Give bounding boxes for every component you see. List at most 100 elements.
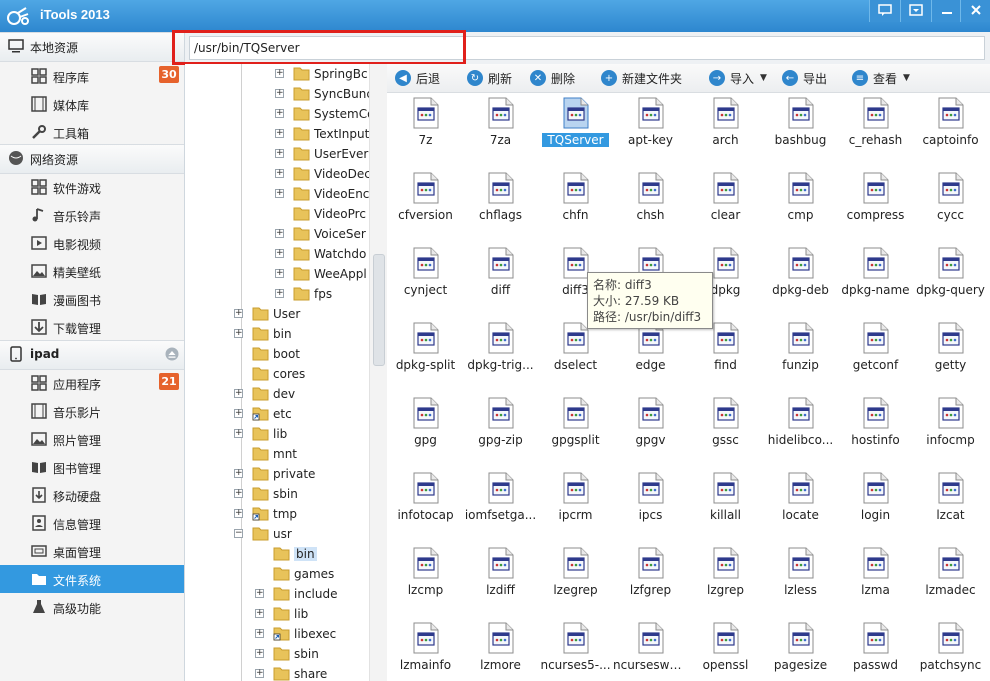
file-item[interactable]: gpg-zip (463, 393, 538, 463)
file-item[interactable]: hidelibco... (763, 393, 838, 463)
tree-item[interactable]: games (185, 564, 385, 584)
sidebar-item-comics-books[interactable]: 漫画图书 (0, 285, 184, 313)
sidebar-item-info-manager[interactable]: 信息管理 (0, 509, 184, 537)
export-button[interactable]: ← 导出 (782, 69, 827, 87)
sidebar-item-software-games[interactable]: 软件游戏 (0, 173, 184, 201)
tree-item[interactable]: + bin (185, 324, 385, 344)
sidebar-item-download-manager[interactable]: 下载管理 (0, 313, 184, 341)
tree-item[interactable]: mnt (185, 444, 385, 464)
back-button[interactable]: ◀ 后退 (395, 69, 440, 87)
sidebar-item-advanced-features[interactable]: 高级功能 (0, 593, 184, 621)
file-item[interactable]: gpgv (613, 393, 688, 463)
expand-icon[interactable]: + (234, 409, 243, 418)
sidebar-item-file-system[interactable]: 文件系统 (0, 565, 184, 593)
file-item[interactable]: 7za (463, 93, 538, 163)
file-item[interactable]: compress (838, 168, 913, 238)
sidebar-item-wallpapers[interactable]: 精美壁纸 (0, 257, 184, 285)
file-item[interactable]: getty (913, 318, 988, 388)
file-item[interactable]: infotocap (388, 468, 463, 538)
expand-icon[interactable]: + (275, 269, 284, 278)
tree-item[interactable]: bin (185, 544, 385, 564)
file-item[interactable]: chsh (613, 168, 688, 238)
sidebar-item-app-library[interactable]: 程序库 30 (0, 62, 184, 90)
file-item[interactable]: gpg (388, 393, 463, 463)
close-button[interactable] (960, 0, 990, 22)
refresh-button[interactable]: ↻ 刷新 (467, 69, 512, 87)
file-item[interactable]: lzegrep (538, 543, 613, 613)
folder-tree[interactable]: + SpringBc + SyncBunc + SystemCo + TextInput + Us… (185, 64, 385, 681)
expand-icon[interactable]: + (275, 129, 284, 138)
expand-icon[interactable]: + (234, 469, 243, 478)
tree-item[interactable]: + etc (185, 404, 385, 424)
expand-icon[interactable]: + (275, 89, 284, 98)
new-folder-button[interactable]: + 新建文件夹 (601, 69, 682, 87)
file-item[interactable]: gssc (688, 393, 763, 463)
tree-scrollbar-thumb[interactable] (373, 254, 385, 366)
file-item[interactable]: ipcrm (538, 468, 613, 538)
sidebar-item-toolbox[interactable]: 工具箱 (0, 118, 184, 146)
tree-item[interactable]: + SyncBunc (185, 84, 385, 104)
file-item[interactable]: ncursesw5... (613, 618, 688, 681)
expand-icon[interactable]: + (255, 589, 264, 598)
file-item[interactable]: chfn (538, 168, 613, 238)
file-item[interactable]: lzcmp (388, 543, 463, 613)
file-item[interactable]: ncurses5-... (538, 618, 613, 681)
collapse-icon[interactable]: − (234, 529, 243, 538)
tree-item[interactable]: + libexec (185, 624, 385, 644)
file-item[interactable]: openssl (688, 618, 763, 681)
expand-icon[interactable]: + (275, 189, 284, 198)
file-item[interactable]: lzless (763, 543, 838, 613)
file-item[interactable]: lzgrep (688, 543, 763, 613)
expand-icon[interactable]: + (255, 629, 264, 638)
file-item[interactable]: cycc (913, 168, 988, 238)
section-device-ipad[interactable]: ipad (0, 340, 184, 370)
file-item[interactable]: TQServer (538, 93, 613, 163)
expand-icon[interactable]: + (275, 229, 284, 238)
section-network-resources[interactable]: 网络资源 (0, 144, 184, 174)
file-item[interactable]: clear (688, 168, 763, 238)
expand-icon[interactable]: + (234, 389, 243, 398)
expand-icon[interactable]: + (275, 249, 284, 258)
file-item[interactable]: c_rehash (838, 93, 913, 163)
sidebar-item-mobile-disk[interactable]: 移动硬盘 (0, 481, 184, 509)
file-item[interactable]: cfversion (388, 168, 463, 238)
tree-item[interactable]: + SystemCo (185, 104, 385, 124)
file-item[interactable]: captoinfo (913, 93, 988, 163)
tree-item[interactable]: + SpringBc (185, 64, 385, 84)
expand-icon[interactable]: + (255, 609, 264, 618)
menu-button[interactable] (900, 0, 931, 22)
eject-icon[interactable] (165, 347, 179, 364)
file-item[interactable]: bashbug (763, 93, 838, 163)
file-item[interactable]: hostinfo (838, 393, 913, 463)
file-item[interactable]: getconf (838, 318, 913, 388)
tree-item[interactable]: + VideoDec (185, 164, 385, 184)
tree-item[interactable]: + VoiceSer (185, 224, 385, 244)
file-item[interactable]: lzfgrep (613, 543, 688, 613)
tree-item[interactable]: + fps (185, 284, 385, 304)
tree-item[interactable]: + VideoEnc (185, 184, 385, 204)
expand-icon[interactable]: + (275, 169, 284, 178)
minimize-button[interactable] (931, 0, 962, 22)
tree-item[interactable]: + Watchdo (185, 244, 385, 264)
file-item[interactable]: chflags (463, 168, 538, 238)
sidebar-item-movies-videos[interactable]: 电影视频 (0, 229, 184, 257)
sidebar-item-desktop-manager[interactable]: 桌面管理 (0, 537, 184, 565)
file-item[interactable]: pagesize (763, 618, 838, 681)
file-item[interactable]: ipcs (613, 468, 688, 538)
expand-icon[interactable]: + (255, 669, 264, 678)
tree-item[interactable]: + private (185, 464, 385, 484)
tree-item[interactable]: + lib (185, 604, 385, 624)
file-item[interactable]: arch (688, 93, 763, 163)
sidebar-item-media-library[interactable]: 媒体库 (0, 90, 184, 118)
tree-item[interactable]: cores (185, 364, 385, 384)
file-item[interactable]: dpkg-split (388, 318, 463, 388)
tree-item[interactable]: + share (185, 664, 385, 681)
expand-icon[interactable]: + (275, 109, 284, 118)
expand-icon[interactable]: + (234, 329, 243, 338)
file-item[interactable]: lzdiff (463, 543, 538, 613)
tree-scrollbar[interactable] (369, 64, 387, 681)
file-item[interactable]: cynject (388, 243, 463, 313)
tree-item[interactable]: VideoPrc (185, 204, 385, 224)
expand-icon[interactable]: + (275, 69, 284, 78)
tree-item[interactable]: + include (185, 584, 385, 604)
